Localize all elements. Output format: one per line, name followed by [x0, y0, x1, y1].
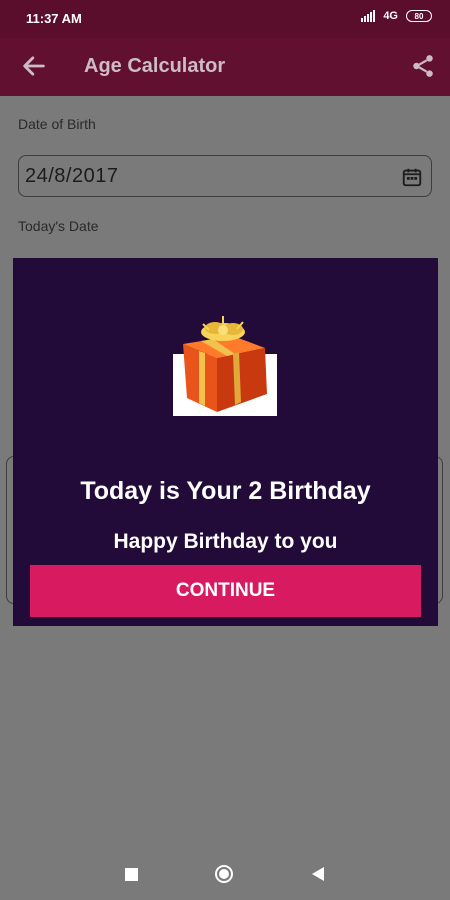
continue-button[interactable]: CONTINUE	[30, 565, 421, 617]
share-icon[interactable]	[410, 53, 436, 79]
dob-field[interactable]: 24/8/2017	[18, 155, 432, 197]
dob-label: Date of Birth	[18, 116, 96, 132]
home-circle-icon[interactable]	[215, 865, 233, 883]
arrow-left-icon[interactable]	[20, 52, 48, 80]
battery-icon: 80	[406, 10, 432, 22]
gift-box-icon	[173, 316, 277, 416]
status-bar: 11:37 AM 4G 80	[0, 0, 450, 38]
status-icons: 4G 80	[361, 10, 432, 22]
app-title: Age Calculator	[84, 55, 226, 77]
dialog-title: Today is Your 2 Birthday	[80, 477, 371, 505]
recents-square-icon[interactable]	[125, 868, 138, 881]
status-time: 11:37 AM	[26, 11, 82, 26]
birthday-dialog: Today is Your 2 Birthday Happy Birthday …	[13, 258, 438, 626]
app-bar: Age Calculator	[0, 38, 450, 96]
back-triangle-icon[interactable]	[312, 867, 324, 881]
signal-icon	[361, 10, 376, 22]
network-label: 4G	[383, 10, 398, 22]
system-nav-bar	[0, 836, 450, 900]
today-date-label: Today's Date	[18, 218, 99, 234]
battery-level: 80	[414, 11, 424, 21]
dob-value: 24/8/2017	[25, 165, 119, 187]
dialog-subtitle: Happy Birthday to you	[113, 530, 338, 553]
calendar-icon[interactable]	[401, 166, 423, 188]
